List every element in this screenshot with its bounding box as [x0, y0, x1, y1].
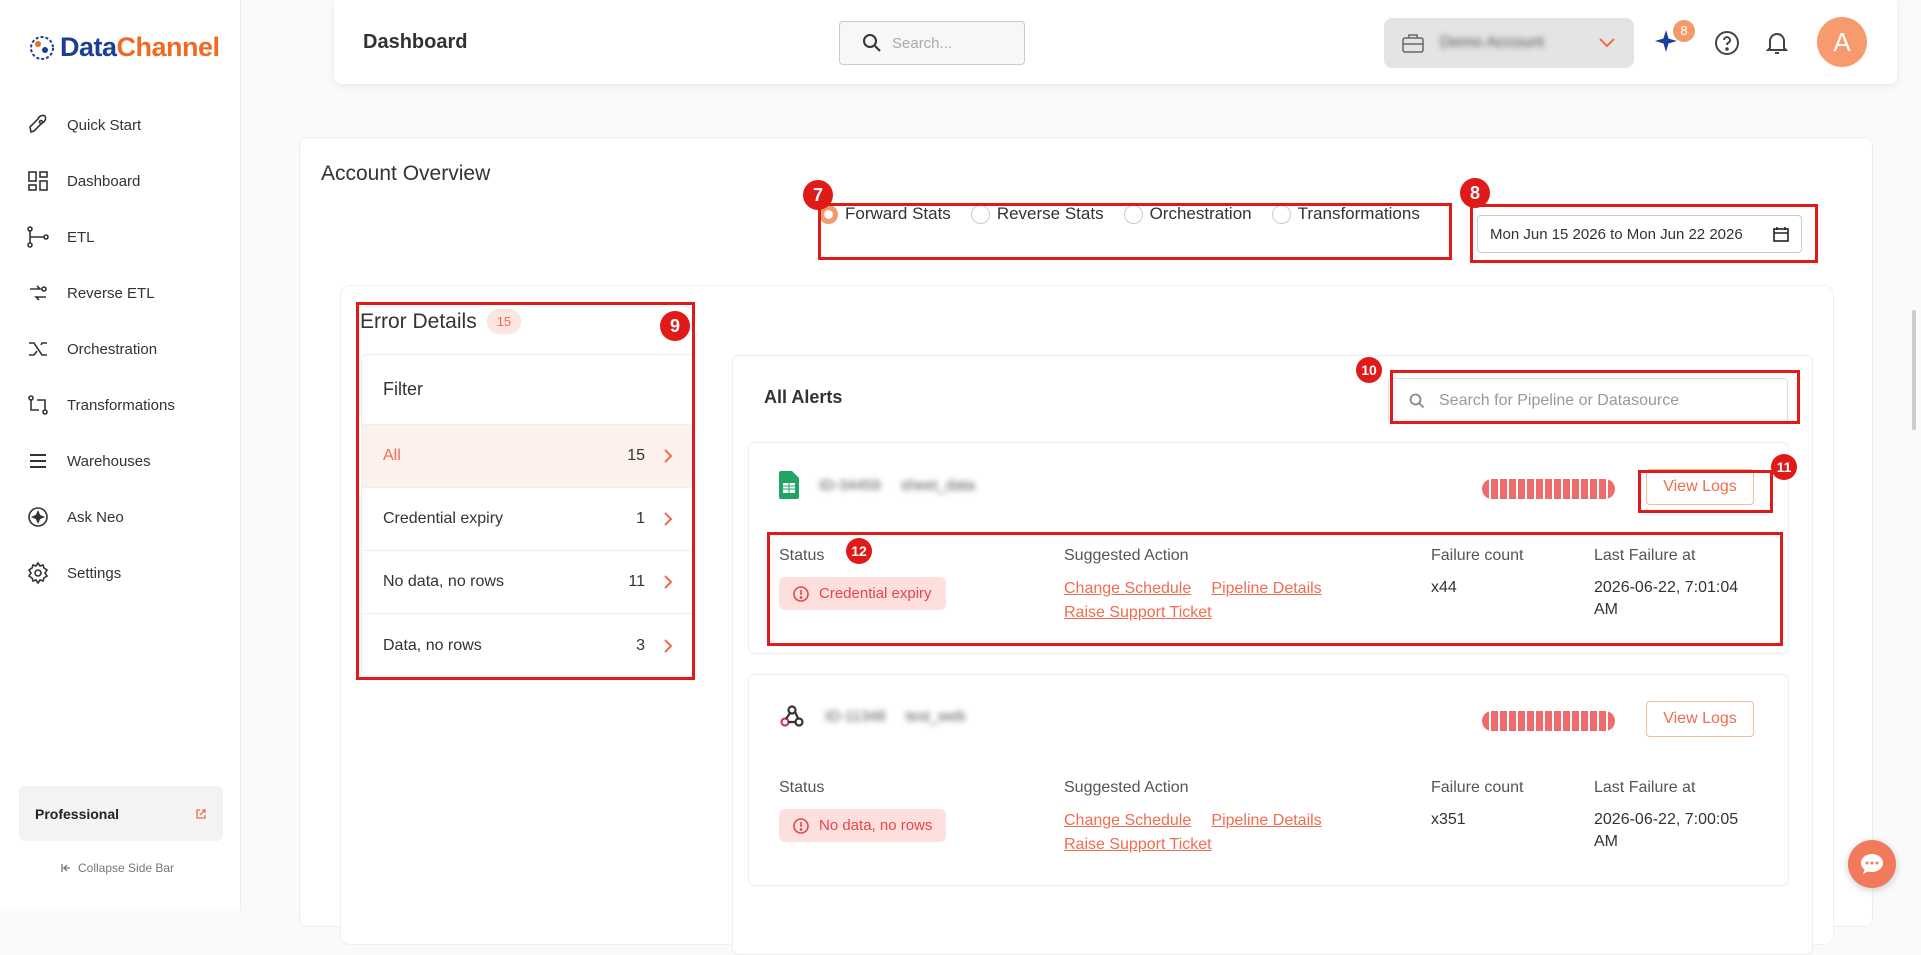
failure-count-header: Failure count — [1431, 779, 1524, 796]
chevron-down-icon — [1599, 38, 1615, 48]
view-logs-button[interactable]: View Logs — [1646, 701, 1754, 737]
annotation-box-10 — [1390, 370, 1800, 424]
last-failure-ampm: AM — [1594, 833, 1618, 850]
sidebar-item-label: Ask Neo — [67, 508, 124, 526]
change-schedule-link[interactable]: Change Schedule — [1064, 812, 1191, 829]
collapse-icon — [61, 864, 70, 872]
annotation-box-9 — [356, 302, 695, 680]
pipeline-details-link[interactable]: Pipeline Details — [1211, 812, 1321, 829]
sidebar-item-label: ETL — [67, 228, 95, 246]
annotation-marker-7: 7 — [803, 180, 833, 210]
logo-text-data: Data — [60, 32, 117, 62]
all-alerts-panel: All Alerts Search for Pipeline or Dataso… — [732, 355, 1813, 955]
plan-badge[interactable]: Professional — [19, 786, 223, 841]
logo-text-channel: Channel — [116, 32, 221, 62]
chat-support-button[interactable] — [1848, 840, 1896, 888]
sidebar-nav: Quick Start Dashboard ETL Reverse ETL Or… — [26, 97, 226, 601]
chat-bubble-icon — [1861, 854, 1883, 874]
annotation-marker-12: 12 — [846, 538, 872, 564]
suggested-action-column: Suggested Action Change Schedule Pipelin… — [1064, 779, 1322, 857]
header-search-input[interactable]: Search... — [839, 21, 1025, 65]
plan-label: Professional — [35, 805, 120, 822]
help-icon[interactable] — [1714, 30, 1740, 56]
dashboard-icon — [28, 171, 48, 191]
sidebar-item-dashboard[interactable]: Dashboard — [26, 153, 226, 209]
pipeline-name: test_web — [905, 707, 966, 725]
sidebar-item-label: Settings — [67, 564, 122, 582]
sidebar: Data Channel Quick Start Dashboard ETL Re… — [0, 0, 241, 911]
pipeline-id: ID-11348 — [825, 707, 886, 725]
workspace-selector[interactable]: Demo Account — [1384, 18, 1634, 68]
annotation-box-12 — [767, 532, 1783, 646]
sidebar-item-label: Warehouses — [67, 452, 151, 470]
status-header: Status — [779, 779, 825, 796]
annotation-marker-10: 10 — [1356, 357, 1382, 383]
sidebar-item-settings[interactable]: Settings — [26, 545, 226, 601]
collapse-sidebar-button[interactable]: Collapse Side Bar — [60, 861, 174, 875]
last-failure-column: Last Failure at 2026-06-22, 7:00:05 AM — [1594, 779, 1738, 853]
sidebar-item-label: Dashboard — [67, 172, 141, 190]
top-header: Dashboard Search... Demo Account 8 A — [334, 0, 1897, 84]
search-icon — [863, 34, 881, 52]
transformations-icon — [28, 395, 48, 415]
alert-card-header: ID-11348 test_web — [779, 703, 966, 729]
annotation-marker-8: 8 — [1460, 178, 1490, 208]
sidebar-item-label: Reverse ETL — [67, 284, 155, 302]
alert-card: ID-11348 test_web View Logs Status No da… — [748, 674, 1789, 886]
status-badge: No data, no rows — [779, 809, 947, 842]
failure-count-column: Failure count x351 — [1431, 779, 1524, 831]
page-scrollbar[interactable] — [1912, 310, 1916, 430]
status-text: No data, no rows — [819, 817, 933, 834]
ask-neo-icon — [28, 507, 48, 527]
sidebar-item-ask-neo[interactable]: Ask Neo — [26, 489, 226, 545]
sidebar-item-label: Transformations — [67, 396, 175, 414]
alert-circle-icon — [793, 817, 809, 834]
workspace-name: Demo Account — [1440, 34, 1545, 51]
etl-icon — [27, 226, 49, 248]
annotation-box-8 — [1470, 204, 1818, 263]
overview-title: Account Overview — [321, 162, 491, 185]
failure-count-value: x351 — [1431, 811, 1466, 828]
annotation-box-7 — [818, 203, 1452, 260]
status-column: Status No data, no rows — [779, 779, 947, 842]
external-link-icon[interactable] — [195, 808, 207, 820]
last-failure-date: 2026-06-22, 7:00:05 — [1594, 811, 1739, 828]
datachannel-logo[interactable]: Data Channel — [28, 32, 220, 63]
failure-history-bar — [1482, 479, 1615, 499]
last-failure-header: Last Failure at — [1594, 779, 1696, 796]
rocket-icon — [29, 114, 47, 134]
notification-count-badge: 8 — [1673, 20, 1695, 42]
page-title: Dashboard — [363, 31, 468, 53]
google-sheets-icon — [779, 471, 799, 499]
sidebar-item-orchestration[interactable]: Orchestration — [26, 321, 226, 377]
pipeline-id: ID-34459 — [819, 476, 881, 494]
reverse-etl-icon — [30, 285, 47, 301]
alert-card-header: ID-34459 sheet_data — [779, 471, 975, 499]
gear-icon — [27, 561, 49, 585]
all-alerts-title: All Alerts — [764, 387, 843, 407]
sidebar-item-label: Quick Start — [67, 116, 142, 134]
collapse-label: Collapse Side Bar — [78, 861, 175, 875]
annotation-marker-11: 11 — [1771, 454, 1797, 480]
sidebar-item-quick-start[interactable]: Quick Start — [26, 97, 226, 153]
sidebar-item-warehouses[interactable]: Warehouses — [26, 433, 226, 489]
failure-history-bar — [1482, 711, 1615, 731]
warehouses-icon — [30, 454, 46, 468]
webhook-icon — [780, 705, 804, 727]
sidebar-item-label: Orchestration — [67, 340, 158, 358]
user-avatar[interactable]: A — [1817, 17, 1867, 67]
annotation-marker-9: 9 — [660, 311, 690, 341]
header-search-placeholder: Search... — [892, 34, 953, 52]
briefcase-icon — [1402, 34, 1424, 53]
annotation-box-11 — [1638, 470, 1773, 513]
logo-icon — [30, 35, 54, 60]
sidebar-item-reverse-etl[interactable]: Reverse ETL — [26, 265, 226, 321]
orchestration-icon — [29, 342, 47, 356]
bell-icon[interactable] — [1766, 30, 1788, 56]
raise-support-ticket-link[interactable]: Raise Support Ticket — [1064, 836, 1212, 853]
sidebar-item-etl[interactable]: ETL — [26, 209, 226, 265]
pipeline-name: sheet_data — [900, 476, 975, 494]
suggested-action-header: Suggested Action — [1064, 779, 1189, 796]
sidebar-item-transformations[interactable]: Transformations — [26, 377, 226, 433]
